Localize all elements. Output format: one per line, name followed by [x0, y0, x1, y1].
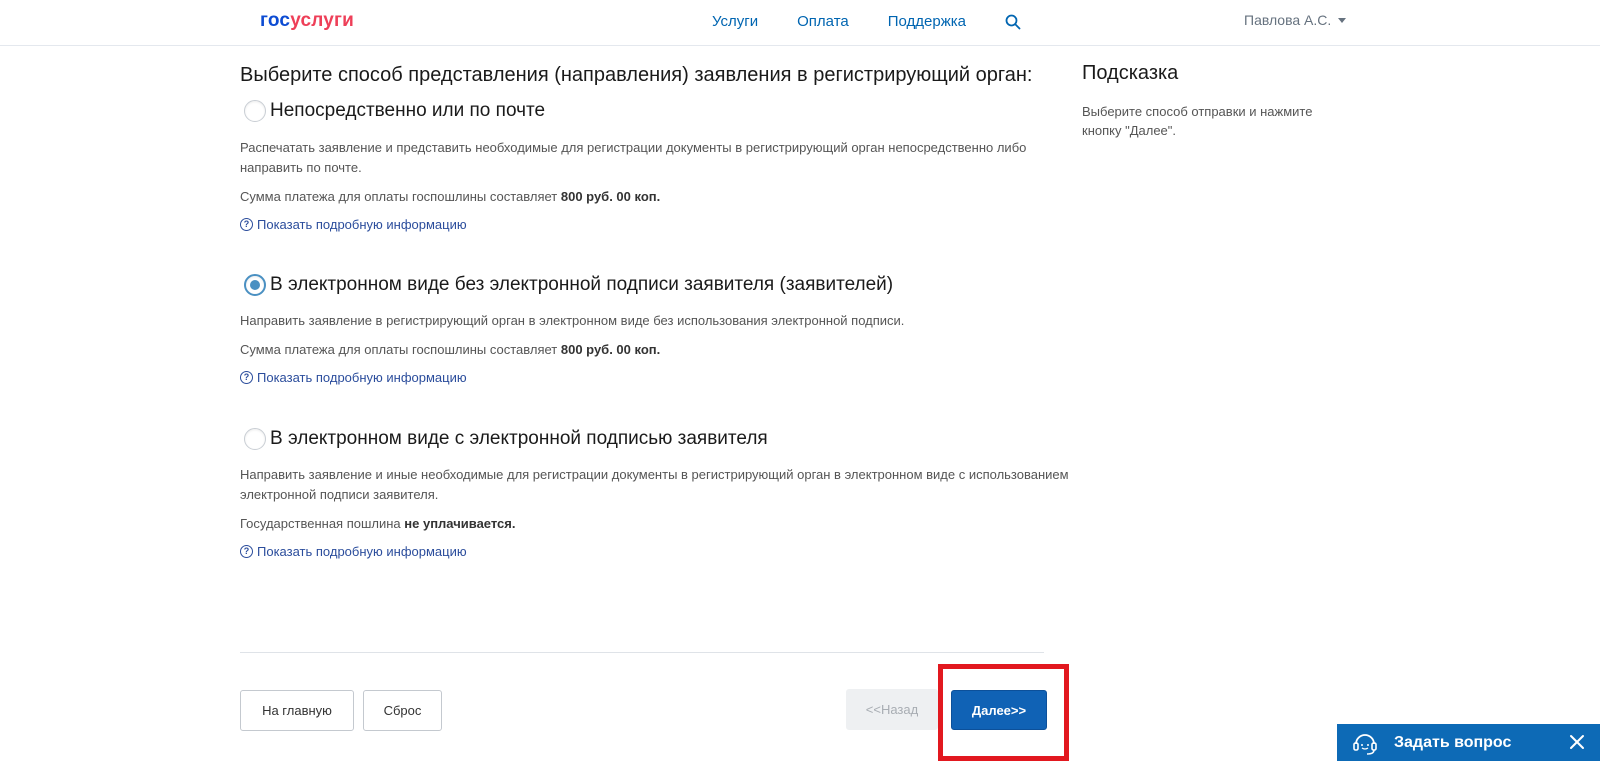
search-icon[interactable]: [1005, 14, 1021, 30]
show-details-link[interactable]: ? Показать подробную информацию: [240, 370, 1070, 385]
hint-text: Выберите способ отправки и нажмите кнопк…: [1082, 104, 1313, 138]
option-electronic-with-signature-header[interactable]: В электронном виде с электронной подпись…: [240, 428, 1070, 450]
ask-question-label: Задать вопрос: [1394, 733, 1512, 751]
nav-payment[interactable]: Оплата: [797, 13, 849, 30]
radio-electronic-with-signature[interactable]: [244, 428, 266, 450]
page-title: Выберите способ представления (направлен…: [240, 64, 1033, 86]
back-button[interactable]: <<Назад: [846, 689, 938, 730]
fee-prefix: Государственная пошлина: [240, 516, 405, 531]
header: госуслуги Услуги Оплата Поддержка Павлов…: [0, 0, 1600, 46]
option-description: Направить заявление в регистрирующий орг…: [240, 313, 905, 328]
next-button[interactable]: Далее>>: [951, 690, 1047, 730]
question-icon: ?: [240, 545, 253, 558]
show-details-text: Показать подробную информацию: [257, 544, 467, 559]
option-description: Направить заявление и иные необходимые д…: [240, 467, 1069, 502]
fee-amount: 800 руб. 00 коп.: [560, 189, 661, 204]
fee-amount: 800 руб. 00 коп.: [560, 342, 661, 357]
gosuslugi-logo[interactable]: госуслуги: [260, 10, 354, 32]
logo-part-gos: гос: [260, 10, 291, 31]
fee-prefix: Сумма платежа для оплаты госпошлины сост…: [240, 342, 561, 357]
show-details-link[interactable]: ? Показать подробную информацию: [240, 544, 1070, 559]
fee-prefix: Сумма платежа для оплаты госпошлины сост…: [240, 189, 561, 204]
option-label: В электронном виде без электронной подпи…: [270, 274, 894, 295]
user-name: Павлова А.С.: [1244, 12, 1332, 28]
headset-support-icon: [1353, 733, 1377, 755]
option-by-mail-header[interactable]: Непосредственно или по почте: [240, 100, 1070, 122]
option-label: Непосредственно или по почте: [270, 100, 546, 121]
option-description: Распечатать заявление и представить необ…: [240, 140, 1027, 175]
radio-by-mail[interactable]: [244, 100, 266, 122]
option-electronic-with-signature: В электронном виде с электронной подпись…: [240, 428, 1070, 559]
home-button[interactable]: На главную: [240, 690, 354, 731]
caret-down-icon: [1338, 17, 1347, 23]
main-content: Выберите способ представления (направлен…: [240, 62, 1070, 559]
option-by-mail: Непосредственно или по почте Распечатать…: [240, 100, 1070, 232]
ask-question-widget[interactable]: Задать вопрос: [1337, 724, 1600, 761]
option-label: В электронном виде с электронной подпись…: [270, 428, 768, 449]
user-menu[interactable]: Павлова А.С.: [1244, 12, 1347, 28]
nav-support[interactable]: Поддержка: [888, 13, 966, 30]
radio-electronic-no-signature[interactable]: [244, 274, 266, 296]
fee-amount: не уплачивается.: [404, 516, 516, 531]
option-electronic-no-signature: В электронном виде без электронной подпи…: [240, 274, 1070, 385]
option-electronic-no-signature-header[interactable]: В электронном виде без электронной подпи…: [240, 274, 1070, 296]
form-divider: [240, 652, 1044, 653]
question-icon: ?: [240, 218, 253, 231]
question-icon: ?: [240, 371, 253, 384]
reset-button[interactable]: Сброс: [363, 690, 442, 731]
show-details-link[interactable]: ? Показать подробную информацию: [240, 217, 1070, 232]
main-nav: Услуги Оплата Поддержка: [712, 13, 1021, 30]
option-fee: Сумма платежа для оплаты госпошлины сост…: [240, 189, 1070, 204]
logo-part-uslugi: услуги: [290, 10, 355, 31]
show-details-text: Показать подробную информацию: [257, 370, 467, 385]
nav-services[interactable]: Услуги: [712, 13, 758, 30]
option-fee: Государственная пошлина не уплачивается.: [240, 516, 1070, 531]
show-details-text: Показать подробную информацию: [257, 217, 467, 232]
close-icon[interactable]: [1568, 733, 1586, 751]
option-fee: Сумма платежа для оплаты госпошлины сост…: [240, 342, 1070, 357]
hint-title: Подсказка: [1082, 62, 1179, 84]
hint-panel: Подсказка Выберите способ отправки и наж…: [1082, 62, 1352, 140]
